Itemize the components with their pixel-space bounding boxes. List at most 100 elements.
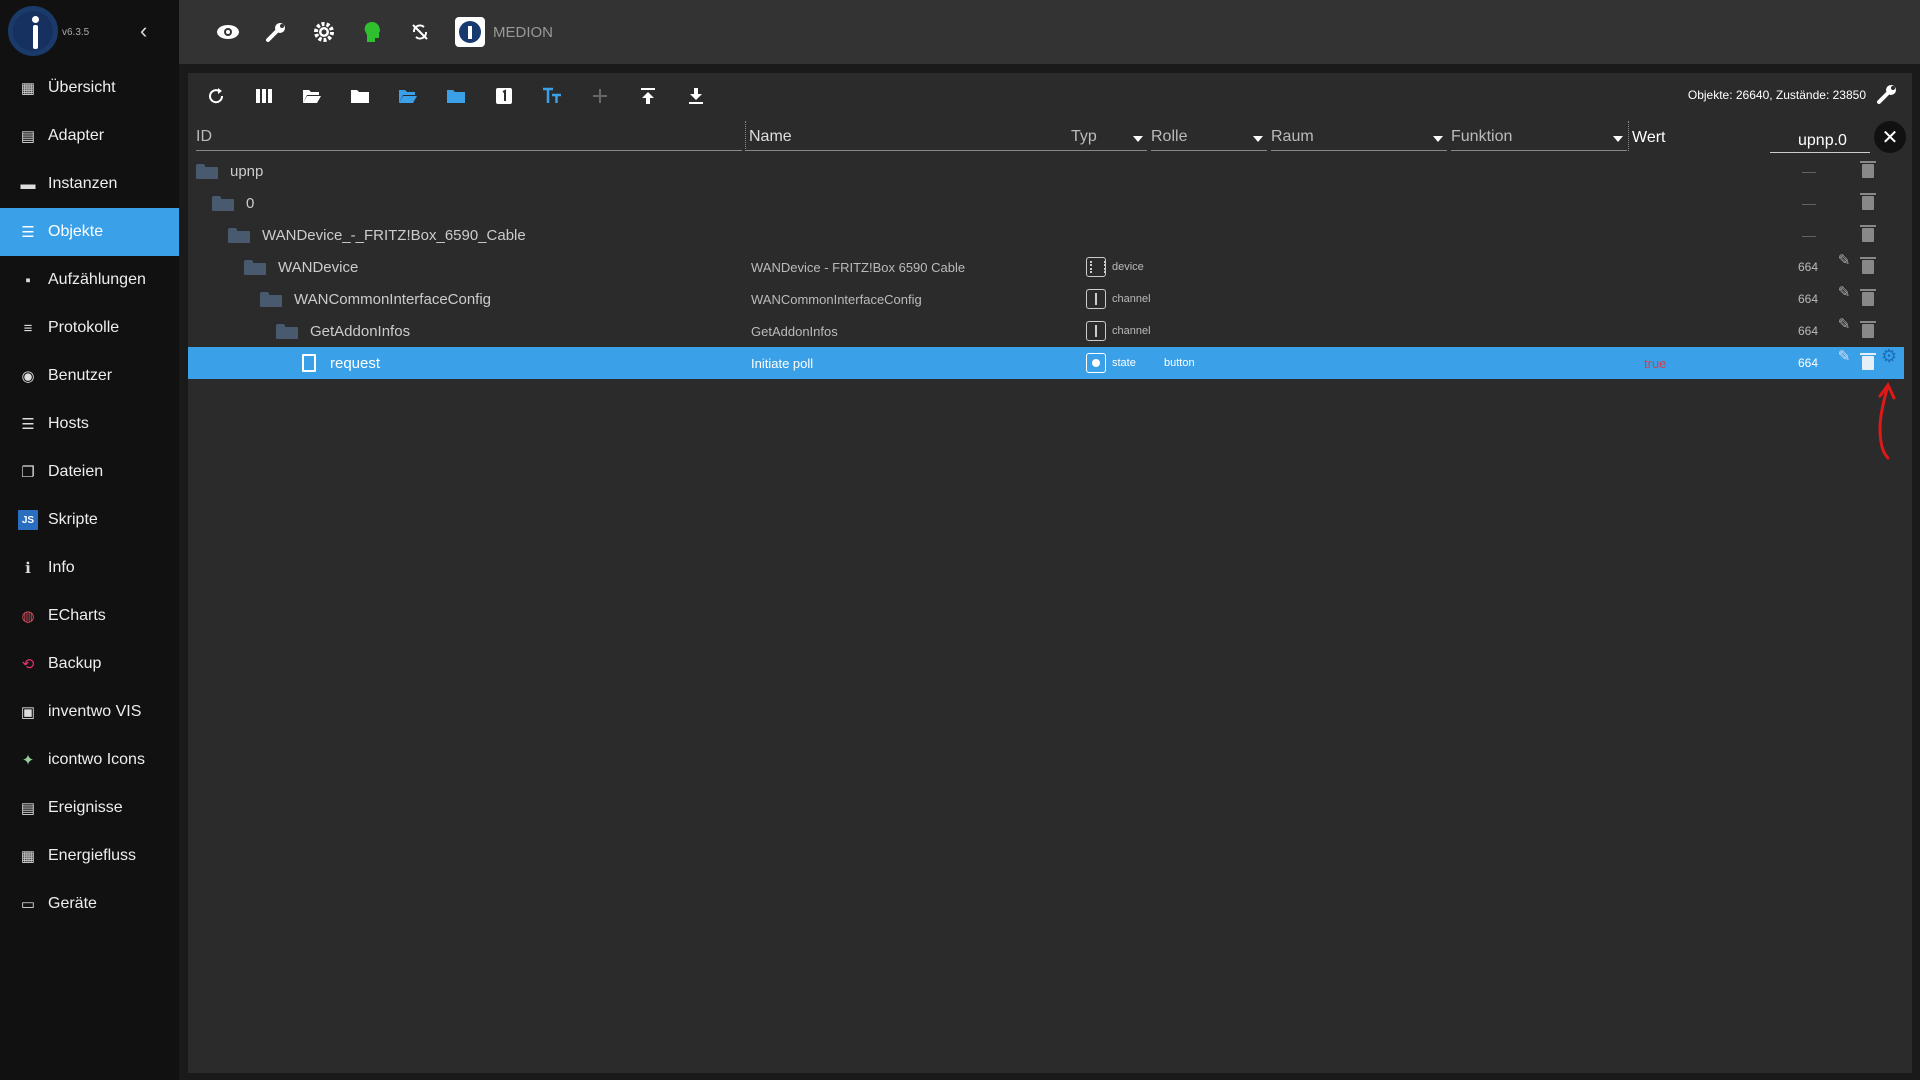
column-header-name[interactable]: Name bbox=[745, 121, 1071, 151]
expert-mode-head-icon[interactable] bbox=[359, 19, 385, 45]
refresh-icon[interactable] bbox=[203, 83, 229, 109]
column-header-role[interactable]: Rolle bbox=[1151, 121, 1267, 151]
js-icon: JS bbox=[18, 510, 38, 530]
edit-pencil-icon[interactable]: ✎ bbox=[1836, 251, 1852, 269]
settings-gear-icon[interactable] bbox=[311, 19, 337, 45]
folder-icon[interactable] bbox=[196, 164, 220, 179]
row-id-cell[interactable]: WANDevice_-_FRITZ!Box_6590_Cable bbox=[228, 219, 526, 251]
folder-icon[interactable] bbox=[276, 324, 300, 339]
clear-filter-close-icon[interactable]: ✕ bbox=[1874, 121, 1906, 153]
text-format-icon[interactable] bbox=[539, 83, 565, 109]
table-row[interactable]: WANDevice_-_FRITZ!Box_6590_Cable — bbox=[188, 219, 1904, 251]
wrench-icon[interactable] bbox=[263, 19, 289, 45]
folder-icon[interactable] bbox=[228, 228, 252, 243]
function-dropdown-icon[interactable] bbox=[1613, 136, 1623, 142]
row-id-cell[interactable]: 0 bbox=[212, 187, 254, 219]
sidebar-item-echarts[interactable]: ◍ ECharts bbox=[0, 592, 179, 640]
sidebar-item-backup[interactable]: ⟲ Backup bbox=[0, 640, 179, 688]
type-dropdown-icon[interactable] bbox=[1133, 136, 1143, 142]
room-dropdown-icon[interactable] bbox=[1433, 136, 1443, 142]
expand-one-level-icon[interactable] bbox=[395, 83, 421, 109]
sidebar-item-aufzählungen[interactable]: ▪ Aufzählungen bbox=[0, 256, 179, 304]
custom-settings-wrench-icon[interactable] bbox=[1876, 83, 1898, 111]
folder-icon[interactable] bbox=[212, 196, 236, 211]
sidebar-item-ereignisse[interactable]: ▤ Ereignisse bbox=[0, 784, 179, 832]
edit-pencil-icon[interactable]: ✎ bbox=[1836, 315, 1852, 333]
sidebar-item-label: icontwo Icons bbox=[48, 751, 145, 768]
row-acl-cell[interactable]: 664 bbox=[1798, 347, 1818, 379]
table-row[interactable]: request Initiate poll state button true 664 ✎ ⚙ bbox=[188, 346, 1904, 379]
column-header-value[interactable]: Wert bbox=[1628, 121, 1728, 151]
column-header-room[interactable]: Raum bbox=[1271, 121, 1447, 151]
state-type-icon bbox=[1086, 353, 1106, 373]
sidebar-item-dateien[interactable]: ❐ Dateien bbox=[0, 448, 179, 496]
sync-off-icon[interactable] bbox=[407, 19, 433, 45]
sidebar-item-icontwo-icons[interactable]: ✦ icontwo Icons bbox=[0, 736, 179, 784]
sidebar-item-skripte[interactable]: JS Skripte bbox=[0, 496, 179, 544]
column-header-function[interactable]: Funktion bbox=[1451, 121, 1627, 151]
row-acl-cell[interactable]: 664 bbox=[1798, 251, 1818, 283]
row-id-cell[interactable]: upnp bbox=[196, 155, 263, 187]
row-acl-cell[interactable]: — bbox=[1802, 155, 1816, 187]
row-role-cell: button bbox=[1164, 357, 1195, 369]
delete-trash-icon[interactable] bbox=[1860, 315, 1876, 347]
upload-icon[interactable] bbox=[635, 83, 661, 109]
table-header: ID Name Typ Rolle Raum Funktion Wert upn… bbox=[188, 121, 1912, 155]
folder-open-icon[interactable] bbox=[299, 83, 325, 109]
host-logo-icon[interactable] bbox=[455, 17, 485, 47]
folder-closed-icon[interactable] bbox=[347, 83, 373, 109]
table-row[interactable]: 0— bbox=[188, 187, 1904, 219]
delete-trash-icon[interactable] bbox=[1860, 347, 1876, 379]
delete-trash-icon[interactable] bbox=[1860, 187, 1876, 219]
row-acl-cell[interactable]: — bbox=[1802, 187, 1816, 219]
host-name[interactable]: MEDION bbox=[493, 24, 553, 41]
delete-trash-icon[interactable] bbox=[1860, 219, 1876, 251]
role-dropdown-icon[interactable] bbox=[1253, 136, 1263, 142]
table-row[interactable]: WANCommonInterfaceConfig WANCommonInterfa… bbox=[188, 283, 1904, 315]
row-acl-cell[interactable]: 664 bbox=[1798, 315, 1818, 347]
custom-settings-gear-icon[interactable]: ⚙ bbox=[1881, 346, 1897, 366]
sidebar-item-hosts[interactable]: ☰ Hosts bbox=[0, 400, 179, 448]
columns-icon[interactable] bbox=[251, 83, 277, 109]
sidebar-item-objekte[interactable]: ☰ Objekte bbox=[0, 208, 179, 256]
row-id-cell[interactable]: request bbox=[292, 347, 380, 379]
folder-icon[interactable] bbox=[260, 292, 284, 307]
table-row[interactable]: WANDevice WANDevice - FRITZ!Box 6590 Cabl… bbox=[188, 251, 1904, 283]
column-header-id[interactable]: ID bbox=[196, 121, 742, 151]
id-filter-input[interactable]: upnp.0 bbox=[1770, 127, 1870, 153]
file-icon[interactable] bbox=[302, 354, 316, 372]
row-type-label: channel bbox=[1112, 293, 1151, 305]
logo-area: v6.3.5 ‹ bbox=[0, 0, 179, 64]
sidebar-item-übersicht[interactable]: ▦ Übersicht bbox=[0, 64, 179, 112]
sidebar-item-inventwo-vis[interactable]: ▣ inventwo VIS bbox=[0, 688, 179, 736]
trash-can-shape bbox=[1860, 257, 1876, 274]
edit-pencil-icon[interactable]: ✎ bbox=[1836, 347, 1852, 365]
download-icon[interactable] bbox=[683, 83, 709, 109]
sidebar-item-geräte[interactable]: ▭ Geräte bbox=[0, 880, 179, 928]
delete-trash-icon[interactable] bbox=[1860, 283, 1876, 315]
sidebar-item-energiefluss[interactable]: ▦ Energiefluss bbox=[0, 832, 179, 880]
add-icon[interactable] bbox=[587, 83, 613, 109]
row-id-cell[interactable]: WANDevice bbox=[244, 251, 358, 283]
row-acl-cell[interactable]: 664 bbox=[1798, 283, 1818, 315]
row-value-cell[interactable]: true bbox=[1644, 347, 1666, 379]
collapse-sidebar-icon[interactable]: ‹ bbox=[140, 18, 147, 44]
one-level-icon[interactable] bbox=[491, 83, 517, 109]
eye-icon[interactable] bbox=[215, 19, 241, 45]
row-id-cell[interactable]: WANCommonInterfaceConfig bbox=[260, 283, 491, 315]
collapse-one-level-icon[interactable] bbox=[443, 83, 469, 109]
delete-trash-icon[interactable] bbox=[1860, 155, 1876, 187]
row-acl-cell[interactable]: — bbox=[1802, 219, 1816, 251]
table-row[interactable]: upnp — bbox=[188, 155, 1904, 187]
sidebar-item-benutzer[interactable]: ◉ Benutzer bbox=[0, 352, 179, 400]
folder-icon[interactable] bbox=[244, 260, 268, 275]
table-row[interactable]: GetAddonInfos GetAddonInfos channel 664 ✎ bbox=[188, 315, 1904, 347]
edit-pencil-icon[interactable]: ✎ bbox=[1836, 283, 1852, 301]
column-header-type[interactable]: Typ bbox=[1071, 121, 1147, 151]
sidebar-item-instanzen[interactable]: ▬ Instanzen bbox=[0, 160, 179, 208]
sidebar-item-protokolle[interactable]: ≡ Protokolle bbox=[0, 304, 179, 352]
row-id-cell[interactable]: GetAddonInfos bbox=[276, 315, 410, 347]
sidebar-item-adapter[interactable]: ▤ Adapter bbox=[0, 112, 179, 160]
sidebar-item-info[interactable]: ℹ Info bbox=[0, 544, 179, 592]
delete-trash-icon[interactable] bbox=[1860, 251, 1876, 283]
